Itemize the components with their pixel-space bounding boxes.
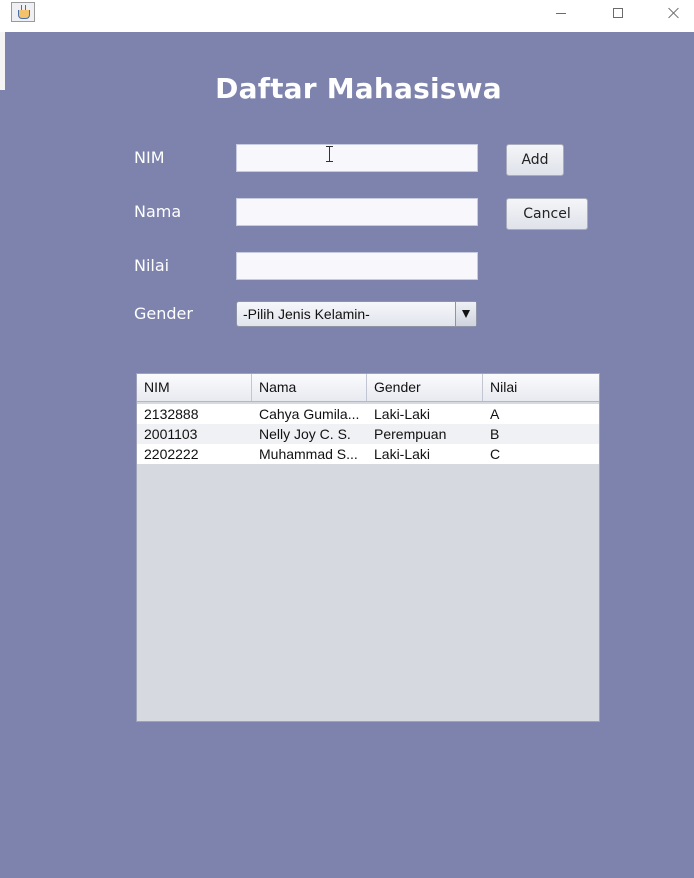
- cell-nilai: B: [490, 426, 500, 442]
- cell-nim: 2132888: [144, 406, 199, 422]
- cell-nama: Cahya Gumila...: [259, 406, 360, 422]
- column-header-gender[interactable]: Gender: [367, 374, 483, 401]
- cell-gender: Laki-Laki: [374, 446, 431, 462]
- cancel-button[interactable]: Cancel: [506, 198, 588, 230]
- nilai-label: Nilai: [134, 256, 170, 275]
- chevron-down-icon: [462, 310, 470, 318]
- add-button[interactable]: Add: [506, 144, 564, 176]
- column-header-nilai[interactable]: Nilai: [483, 374, 599, 401]
- dropdown-button[interactable]: [455, 302, 476, 326]
- text-cursor-icon: [326, 146, 334, 162]
- nama-label: Nama: [134, 202, 182, 221]
- nim-field[interactable]: [236, 144, 478, 172]
- column-header-nim[interactable]: NIM: [137, 374, 252, 401]
- cell-nim: 2202222: [144, 446, 199, 462]
- close-icon: [668, 7, 680, 19]
- page-title: Daftar Mahasiswa: [215, 72, 502, 105]
- cell-gender: Perempuan: [374, 426, 447, 442]
- table-row[interactable]: 2001103 Nelly Joy C. S. Perempuan B: [137, 424, 599, 444]
- cell-gender: Laki-Laki: [374, 406, 431, 422]
- nama-field[interactable]: [236, 198, 478, 226]
- nilai-field[interactable]: [236, 252, 478, 280]
- gender-select[interactable]: -Pilih Jenis Kelamin-: [236, 301, 477, 327]
- cell-nama: Muhammad S...: [259, 446, 358, 462]
- column-header-nama[interactable]: Nama: [252, 374, 367, 401]
- nim-label: NIM: [134, 148, 165, 167]
- gender-label: Gender: [134, 304, 193, 323]
- close-button[interactable]: [651, 0, 694, 26]
- student-table[interactable]: NIM Nama Gender Nilai 2132888 Cahya Gumi…: [136, 373, 600, 722]
- cell-nilai: A: [490, 406, 500, 422]
- maximize-button[interactable]: [595, 0, 641, 26]
- gender-selected-value: -Pilih Jenis Kelamin-: [243, 306, 370, 322]
- table-body: 2132888 Cahya Gumila... Laki-Laki A 2001…: [137, 402, 599, 464]
- minimize-icon: [556, 12, 566, 14]
- maximize-icon: [613, 8, 623, 18]
- window-titlebar: [0, 0, 694, 32]
- minimize-button[interactable]: [538, 0, 584, 26]
- table-header: NIM Nama Gender Nilai: [137, 374, 599, 402]
- table-row[interactable]: 2132888 Cahya Gumila... Laki-Laki A: [137, 404, 599, 424]
- java-app-icon[interactable]: [11, 2, 35, 22]
- table-row[interactable]: 2202222 Muhammad S... Laki-Laki C: [137, 444, 599, 464]
- cell-nama: Nelly Joy C. S.: [259, 426, 351, 442]
- cell-nim: 2001103: [144, 426, 198, 442]
- cell-nilai: C: [490, 446, 501, 462]
